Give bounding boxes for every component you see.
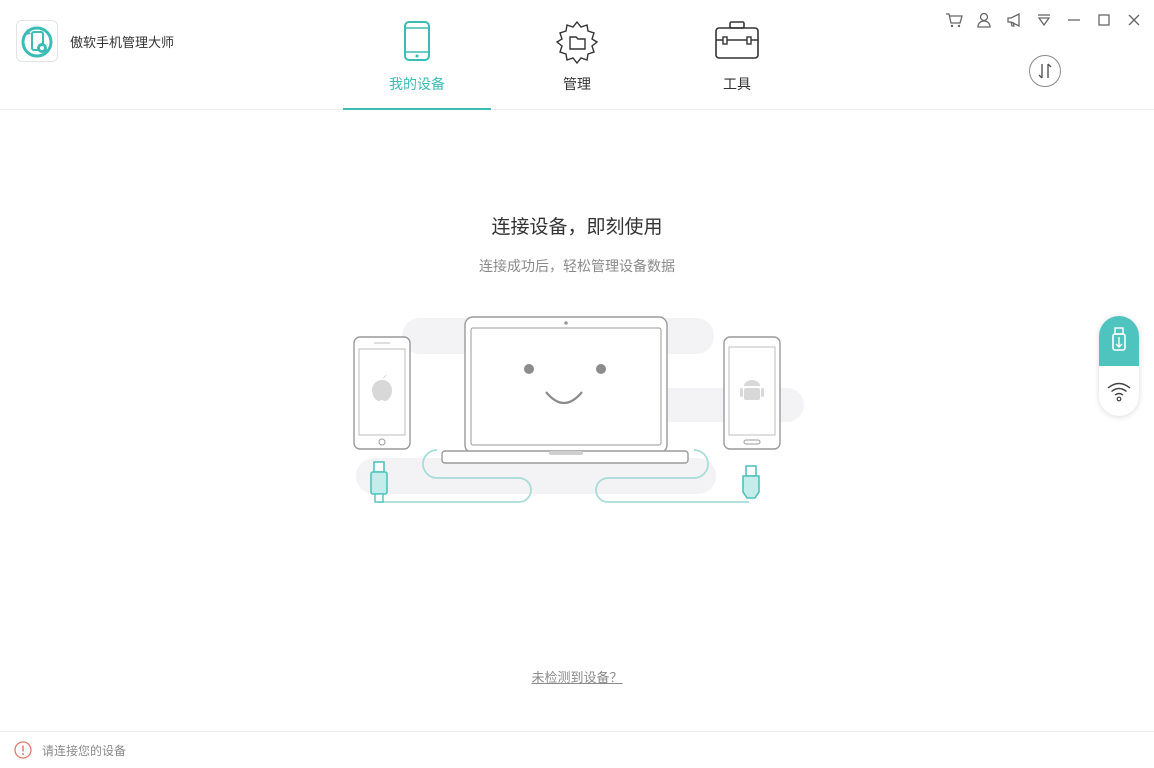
megaphone-icon[interactable]	[1004, 10, 1024, 30]
usb-icon	[1112, 327, 1126, 351]
connect-headline: 连接设备，即刻使用	[491, 216, 663, 238]
menu-icon[interactable]	[1034, 10, 1054, 30]
connection-mode-panel	[1099, 316, 1139, 416]
wifi-connect-button[interactable]	[1099, 366, 1139, 416]
laptop-graphic	[441, 316, 689, 464]
cart-icon[interactable]	[944, 10, 964, 30]
toolbox-icon	[715, 21, 759, 59]
folder-gear-icon	[555, 20, 599, 64]
tab-label: 工具	[723, 77, 751, 93]
android-phone-graphic	[723, 336, 781, 450]
user-icon[interactable]	[974, 10, 994, 30]
connect-devices-illustration	[353, 316, 804, 503]
app-title: 傲软手机管理大师	[70, 36, 175, 51]
maximize-icon[interactable]	[1094, 10, 1114, 30]
transfer-button[interactable]	[1029, 55, 1061, 87]
tab-label: 管理	[563, 77, 591, 93]
header-bar: 傲软手机管理大师 我的设备 管理 工具	[0, 0, 1154, 110]
status-text: 请连接您的设备	[42, 744, 127, 758]
warning-icon	[14, 741, 32, 759]
tab-my-devices[interactable]: 我的设备	[343, 0, 491, 110]
tab-tools[interactable]: 工具	[663, 0, 811, 110]
close-icon[interactable]	[1124, 10, 1144, 30]
usb-connect-button[interactable]	[1099, 316, 1139, 366]
micro-usb-connector-graphic	[742, 465, 760, 499]
lightning-connector-graphic	[370, 461, 388, 503]
minimize-icon[interactable]	[1064, 10, 1084, 30]
tab-active-indicator	[343, 108, 491, 110]
iphone-graphic	[353, 336, 411, 450]
transfer-arrows-icon	[1038, 63, 1052, 79]
status-bar: 请连接您的设备	[0, 731, 1154, 768]
device-not-detected-link-wrap: 未检测到设备？	[0, 667, 1154, 686]
tab-manage[interactable]: 管理	[503, 0, 651, 110]
wifi-icon	[1107, 382, 1131, 402]
connect-subline: 连接成功后，轻松管理设备数据	[479, 259, 675, 275]
tab-label: 我的设备	[389, 77, 445, 93]
app-logo	[16, 20, 58, 62]
phone-icon	[404, 21, 430, 61]
device-not-detected-link[interactable]: 未检测到设备？	[531, 671, 622, 686]
